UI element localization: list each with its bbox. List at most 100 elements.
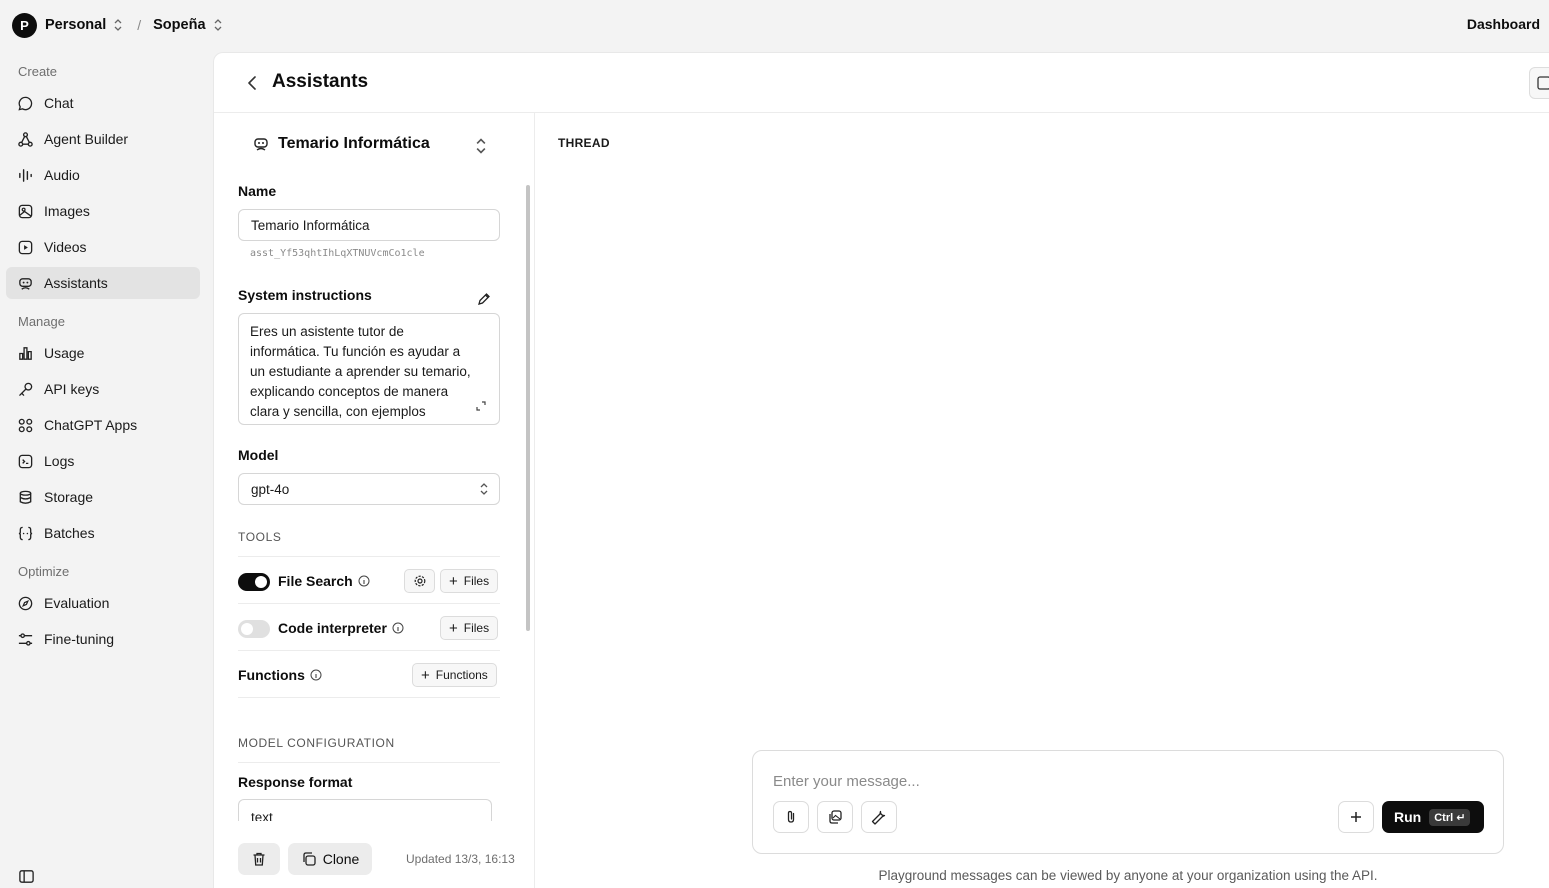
add-function-button[interactable]: + Functions <box>412 663 497 687</box>
sidebar-toggle-icon[interactable] <box>18 868 35 885</box>
shortcut-hint: Ctrl ↵ <box>1429 808 1471 826</box>
plus-icon: + <box>421 666 430 684</box>
code-interpreter-label: Code interpreter <box>278 620 404 636</box>
code-interpreter-toggle[interactable] <box>238 620 270 638</box>
breadcrumb-separator: / <box>137 17 142 33</box>
button-label: Functions <box>435 668 488 682</box>
sidebar-item-assistants[interactable]: Assistants <box>6 267 200 299</box>
dashboard-link[interactable]: Dashboard <box>1467 16 1540 32</box>
audio-wave-icon <box>19 168 32 182</box>
run-button[interactable]: Run Ctrl ↵ <box>1382 801 1484 833</box>
assistant-selector[interactable]: Temario Informática <box>252 135 498 154</box>
sidebar-item-evaluation[interactable]: Evaluation <box>6 587 200 619</box>
sidebar-item-label: Audio <box>44 167 80 183</box>
instructions-textarea[interactable]: Eres un asistente tutor de informática. … <box>238 313 500 425</box>
sidebar-item-batches[interactable]: Batches <box>6 517 200 549</box>
button-label: Run <box>1394 809 1422 825</box>
chat-bubble-icon <box>18 96 33 111</box>
edit-pencil-icon[interactable] <box>476 291 492 307</box>
assistant-selected-name: Temario Informática <box>278 135 430 152</box>
sidebar-item-logs[interactable]: Logs <box>6 445 200 477</box>
sidebar-item-agent-builder[interactable]: Agent Builder <box>6 123 200 155</box>
response-format-select[interactable]: text <box>238 799 492 821</box>
functions-label: Functions <box>238 667 322 683</box>
sidebar-item-api-keys[interactable]: API keys <box>6 373 200 405</box>
button-label: Files <box>463 574 490 588</box>
panel-layout-icon <box>1537 76 1549 90</box>
model-value: gpt-4o <box>251 481 290 497</box>
sidebar-item-storage[interactable]: Storage <box>6 481 200 513</box>
main-header: Assistants <box>214 53 1549 113</box>
name-label: Name <box>238 183 277 199</box>
sidebar-item-label: Storage <box>44 489 94 505</box>
name-input[interactable]: Temario Informática <box>238 209 500 241</box>
delete-assistant-button[interactable] <box>238 843 280 875</box>
sidebar-item-usage[interactable]: Usage <box>6 337 200 369</box>
back-arrow-icon[interactable] <box>242 72 264 94</box>
file-search-settings-button[interactable] <box>404 569 435 593</box>
clone-assistant-button[interactable]: Clone <box>288 843 372 875</box>
config-scrollbar[interactable] <box>526 185 530 631</box>
sidebar-item-chat[interactable]: Chat <box>6 87 200 119</box>
message-input[interactable] <box>773 773 1373 790</box>
sidebar-item-videos[interactable]: Videos <box>6 231 200 263</box>
sidebar-item-label: Images <box>44 203 90 219</box>
add-message-button[interactable] <box>1338 801 1374 833</box>
agent-builder-icon <box>18 131 33 147</box>
model-select[interactable]: gpt-4o <box>238 473 500 505</box>
org-switcher[interactable]: Personal <box>45 17 123 33</box>
plus-icon: + <box>449 572 458 590</box>
tools-button[interactable] <box>861 801 897 833</box>
org-name: Personal <box>45 17 107 33</box>
terminal-icon <box>18 454 33 468</box>
main-panel: Assistants Temario Informática Name Tema… <box>213 52 1549 888</box>
file-search-toggle[interactable] <box>238 573 270 591</box>
expand-icon[interactable] <box>475 400 487 412</box>
model-configuration-label: MODEL CONFIGURATION <box>238 736 395 750</box>
sidebar-item-label: Logs <box>44 453 75 469</box>
sidebar-item-label: Agent Builder <box>44 131 129 147</box>
attach-button[interactable] <box>773 801 809 833</box>
copy-icon <box>303 852 316 866</box>
video-play-icon <box>18 240 33 254</box>
response-format-label: Response format <box>238 774 353 790</box>
sidebar-item-audio[interactable]: Audio <box>6 159 200 191</box>
assistant-config-panel: Temario Informática Name Temario Informá… <box>214 113 535 888</box>
sidebar-item-label: Chat <box>44 95 74 111</box>
project-switcher[interactable]: Sopeña <box>153 17 222 33</box>
file-search-files-button[interactable]: + Files <box>440 569 499 593</box>
braces-icon <box>18 526 33 540</box>
sidebar-item-label: Fine-tuning <box>44 631 115 647</box>
database-icon <box>19 490 32 504</box>
image-button[interactable] <box>817 801 853 833</box>
sidebar-item-label: Evaluation <box>44 595 110 611</box>
tools-label: TOOLS <box>238 530 282 544</box>
file-search-text: File Search <box>278 573 353 589</box>
sidebar-item-label: Batches <box>44 525 95 541</box>
toggle-knob <box>241 623 253 635</box>
sidebar-item-chatgpt-apps[interactable]: ChatGPT Apps <box>6 409 200 441</box>
org-avatar[interactable]: P <box>12 12 37 38</box>
code-interpreter-files-button[interactable]: + Files <box>440 616 499 640</box>
wrench-icon <box>871 810 886 825</box>
divider <box>238 762 500 763</box>
file-search-label: File Search <box>278 573 370 589</box>
info-icon[interactable] <box>392 622 404 634</box>
info-icon[interactable] <box>358 575 370 587</box>
updated-timestamp: Updated 13/3, 16:13 <box>406 852 515 866</box>
section-label-create: Create <box>18 64 58 79</box>
updown-chevron-icon <box>114 19 122 31</box>
panel-layout-button[interactable] <box>1529 67 1549 99</box>
bar-chart-icon <box>19 346 32 360</box>
info-icon[interactable] <box>310 669 322 681</box>
button-label: Files <box>463 621 490 635</box>
thread-label: THREAD <box>558 136 610 150</box>
sidebar-item-label: Videos <box>44 239 87 255</box>
code-interpreter-text: Code interpreter <box>278 620 387 636</box>
sidebar-item-images[interactable]: Images <box>6 195 200 227</box>
sidebar-item-fine-tuning[interactable]: Fine-tuning <box>6 623 200 655</box>
apps-grid-icon <box>18 418 33 432</box>
updown-chevron-icon <box>480 483 488 495</box>
section-label-optimize: Optimize <box>18 564 70 579</box>
plus-icon: + <box>449 619 458 637</box>
